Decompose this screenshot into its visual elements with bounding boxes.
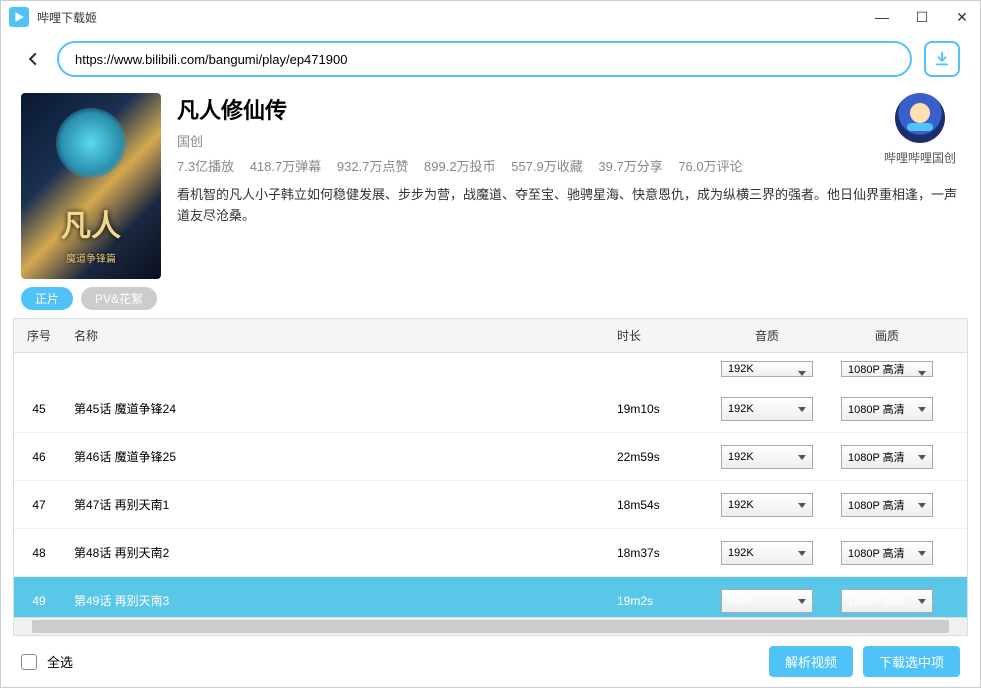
stat-likes: 932.7万点赞 — [337, 159, 409, 174]
cell-duration: 19m2s — [607, 586, 707, 616]
cell-name: 第45话 魔道争锋24 — [64, 392, 607, 425]
stat-coins: 899.2万投币 — [424, 159, 496, 174]
cell-no: 45 — [14, 394, 64, 424]
stat-shares: 39.7万分享 — [598, 159, 662, 174]
stat-favs: 557.9万收藏 — [511, 159, 583, 174]
tab-pv[interactable]: PV&花絮 — [81, 287, 157, 310]
footer: 全选 解析视频 下载选中项 — [1, 636, 980, 687]
cell-name: 第49话 再别天南3 — [64, 584, 607, 617]
col-duration: 时长 — [607, 319, 707, 352]
cover-image: 魔道争锋篇 — [21, 93, 161, 279]
cell-name: 第47话 再别天南1 — [64, 488, 607, 521]
video-title: 凡人修仙传 — [177, 93, 960, 125]
uploader-block[interactable]: 哔哩哔哩国创 — [884, 93, 956, 166]
video-stats: 7.3亿播放 418.7万弹幕 932.7万点赞 899.2万投币 557.9万… — [177, 156, 960, 175]
tabs: 正片 PV&花絮 — [1, 283, 980, 318]
col-name: 名称 — [64, 319, 607, 352]
app-icon — [9, 7, 29, 27]
table-row[interactable]: 49 第49话 再别天南3 19m2s 192K 1080P 高清 — [14, 577, 967, 617]
stat-danmaku: 418.7万弹幕 — [250, 159, 322, 174]
video-select[interactable]: 1080P 高清 — [841, 493, 933, 517]
table-row[interactable]: 48 第48话 再别天南2 18m37s 192K 1080P 高清 — [14, 529, 967, 577]
tab-main[interactable]: 正片 — [21, 287, 73, 310]
cell-no: 47 — [14, 490, 64, 520]
audio-select[interactable]: 192K — [721, 397, 813, 421]
cell-duration: 18m37s — [607, 538, 707, 568]
cell-name: 第46话 魔道争锋25 — [64, 440, 607, 473]
titlebar: 哔哩下载姬 — ☐ ✕ — [1, 1, 980, 33]
parse-button[interactable]: 解析视频 — [769, 646, 853, 677]
col-video: 画质 — [827, 319, 947, 352]
cell-duration: 19m10s — [607, 394, 707, 424]
url-input[interactable] — [57, 41, 912, 77]
avatar — [895, 93, 945, 143]
audio-select[interactable]: 192K — [721, 361, 813, 377]
select-all-label: 全选 — [47, 652, 759, 671]
table-header: 序号 名称 时长 音质 画质 — [14, 319, 967, 353]
maximize-button[interactable]: ☐ — [912, 7, 932, 27]
video-select[interactable]: 1080P 高清 — [841, 397, 933, 421]
select-all-checkbox[interactable] — [21, 654, 37, 670]
audio-select[interactable]: 192K — [721, 589, 813, 613]
episode-table: 序号 名称 时长 音质 画质 192K 1080P 高清 45 第45话 魔道争… — [13, 318, 968, 636]
back-button[interactable] — [21, 47, 45, 71]
table-row[interactable]: 45 第45话 魔道争锋24 19m10s 192K 1080P 高清 — [14, 385, 967, 433]
stat-plays: 7.3亿播放 — [177, 159, 234, 174]
info-section: 魔道争锋篇 凡人修仙传 国创 7.3亿播放 418.7万弹幕 932.7万点赞 … — [1, 85, 980, 283]
close-button[interactable]: ✕ — [952, 7, 972, 27]
audio-select[interactable]: 192K — [721, 445, 813, 469]
table-row[interactable]: 192K 1080P 高清 — [14, 353, 967, 385]
cell-name: 第48话 再别天南2 — [64, 536, 607, 569]
video-select[interactable]: 1080P 高清 — [841, 541, 933, 565]
table-body[interactable]: 192K 1080P 高清 45 第45话 魔道争锋24 19m10s 192K… — [14, 353, 967, 617]
cell-no: 46 — [14, 442, 64, 472]
uploader-name: 哔哩哔哩国创 — [884, 149, 956, 166]
video-select[interactable]: 1080P 高清 — [841, 361, 933, 377]
toolbar — [1, 33, 980, 85]
app-title: 哔哩下载姬 — [37, 9, 872, 26]
video-select[interactable]: 1080P 高清 — [841, 589, 933, 613]
table-row[interactable]: 47 第47话 再别天南1 18m54s 192K 1080P 高清 — [14, 481, 967, 529]
horizontal-scrollbar[interactable] — [14, 617, 967, 635]
video-select[interactable]: 1080P 高清 — [841, 445, 933, 469]
video-description: 看机智的凡人小子韩立如何稳健发展、步步为营，战魔道、夺至宝、驰骋星海、快意恩仇，… — [177, 185, 960, 227]
table-row[interactable]: 46 第46话 魔道争锋25 22m59s 192K 1080P 高清 — [14, 433, 967, 481]
audio-select[interactable]: 192K — [721, 493, 813, 517]
video-category: 国创 — [177, 131, 960, 150]
cell-duration: 18m54s — [607, 490, 707, 520]
cell-duration: 22m59s — [607, 442, 707, 472]
download-button[interactable] — [924, 41, 960, 77]
minimize-button[interactable]: — — [872, 7, 892, 27]
audio-select[interactable]: 192K — [721, 541, 813, 565]
download-selected-button[interactable]: 下载选中项 — [863, 646, 960, 677]
col-audio: 音质 — [707, 319, 827, 352]
cell-no: 49 — [14, 586, 64, 616]
col-no: 序号 — [14, 319, 64, 352]
stat-comments: 76.0万评论 — [678, 159, 742, 174]
cell-no: 48 — [14, 538, 64, 568]
